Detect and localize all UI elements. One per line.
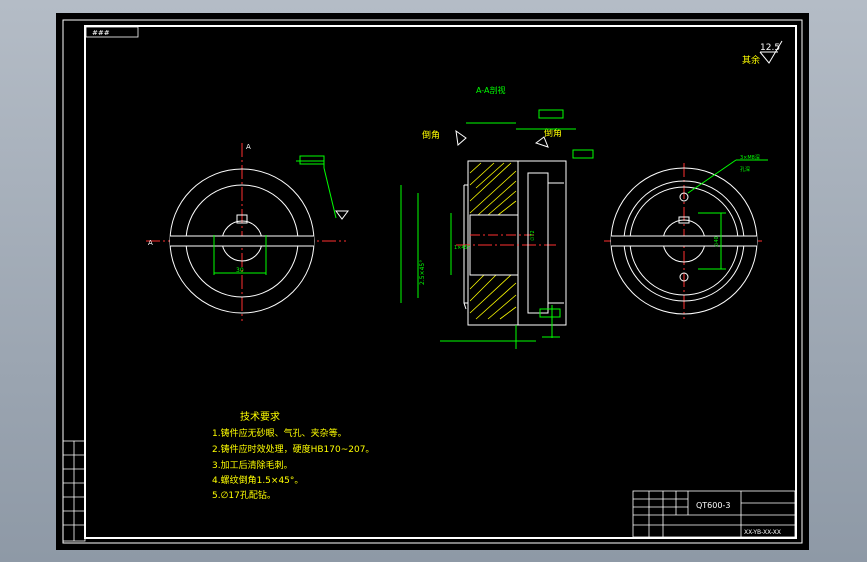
side-strip — [62, 440, 86, 542]
tech-item-4: 4.螺纹倒角1.5×45°。 — [212, 474, 303, 486]
left-section-a-top: A — [246, 143, 251, 151]
corner-stamp: ### — [92, 29, 110, 37]
outer-border — [62, 19, 803, 544]
tech-item-1: 1.铸件应无砂眼、气孔、夹杂等。 — [212, 427, 347, 439]
right-bore-dim: ∅40 — [714, 236, 720, 247]
tech-requirements: 技术要求 1.铸件应无砂眼、气孔、夹杂等。 2.铸件应时效处理，硬度HB170~… — [212, 410, 374, 501]
left-dim-bottom: 30 — [236, 267, 244, 274]
inner-border — [84, 25, 797, 539]
thread-sub-note: 孔深 — [740, 166, 750, 173]
title-part-code: QT600-3 — [696, 501, 730, 510]
surface-finish-symbol: 12.5 其余 — [742, 40, 783, 66]
tech-item-3: 3.加工后清除毛刺。 — [212, 459, 293, 471]
tech-item-2: 2.铸件应时效处理，硬度HB170~207。 — [212, 443, 374, 455]
tech-title: 技术要求 — [240, 410, 280, 423]
right-view: ∅40 3×M8深 孔深 — [604, 154, 768, 319]
drawing-sheet: ### 12.5 其余 30 A A A-A剖视 倒角 倒角 2.5×45° 1… — [56, 13, 809, 550]
bore-dim: ∅72 — [530, 230, 536, 241]
section-view: A-A剖视 倒角 倒角 2.5×45° 1×45° ∅72 — [400, 85, 594, 349]
chamfer-left-label: 倒角 — [422, 129, 440, 141]
left-section-a-side: A — [148, 239, 153, 247]
thread-note: 3×M8深 — [740, 154, 760, 161]
surface-finish-label: 其余 — [742, 54, 760, 66]
section-title: A-A剖视 — [476, 85, 505, 95]
chamfer-note: 2.5×45° — [419, 260, 426, 285]
tech-item-5: 5.∅17孔配钻。 — [212, 489, 276, 501]
chamfer-small-note: 1×45° — [454, 245, 471, 251]
left-view: 30 A A — [146, 143, 349, 321]
title-drawing-no: XX-YB-XX-XX — [744, 529, 781, 536]
cad-drawing: ### 12.5 其余 30 A A A-A剖视 倒角 倒角 2.5×45° 1… — [62, 19, 803, 544]
